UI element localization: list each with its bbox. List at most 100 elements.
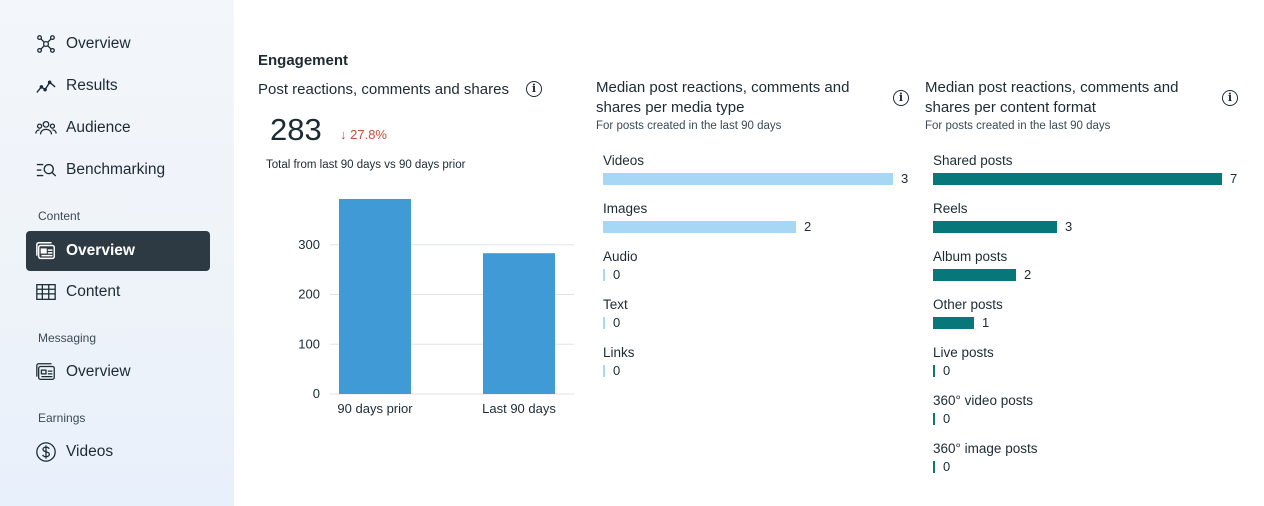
list-item-value: 0 — [943, 411, 951, 426]
list-item: 360° image posts 0 — [925, 441, 1245, 489]
list-item: Images 2 — [595, 201, 915, 249]
list-item-label: Text — [603, 297, 628, 312]
table-icon — [34, 280, 58, 304]
section-heading-earnings: Earnings — [38, 411, 86, 425]
network-icon — [34, 32, 58, 56]
list-item: Reels 3 — [925, 201, 1245, 249]
list-item-value: 1 — [982, 315, 990, 330]
card-title-media-type-line1: Median post reactions, comments and — [596, 79, 850, 96]
list-item: Text 0 — [595, 297, 915, 345]
list-item: Audio 0 — [595, 249, 915, 297]
list-item-bar — [603, 173, 893, 185]
list-item-label: Audio — [603, 249, 638, 264]
list-item-bar — [933, 221, 1057, 233]
list-item-bar — [933, 173, 1222, 185]
sidebar-item-benchmarking[interactable]: Benchmarking — [26, 150, 210, 190]
dollar-icon — [34, 440, 58, 464]
comparison-note: Total from last 90 days vs 90 days prior — [266, 159, 466, 171]
sidebar-item-audience[interactable]: Audience — [26, 108, 210, 148]
list-item-value: 0 — [613, 363, 621, 378]
section-title: Engagement — [258, 52, 349, 69]
y-tick-label: 300 — [298, 237, 320, 252]
total-value: 283 — [270, 112, 322, 147]
arrow-down-icon: ↓ — [340, 127, 347, 142]
list-item-value: 0 — [613, 315, 621, 330]
x-tick-label: 90 days prior — [337, 401, 413, 416]
sidebar: Overview Results Audience Benchmarking C… — [0, 0, 234, 506]
info-icon[interactable]: i — [1222, 90, 1238, 106]
info-icon[interactable]: i — [893, 90, 909, 106]
sidebar-item-content-overview[interactable]: Overview — [26, 231, 210, 271]
benchmark-search-icon — [34, 158, 58, 182]
card-subtitle: For posts created in the last 90 days — [596, 120, 782, 132]
list-item: Live posts 0 — [925, 345, 1245, 393]
sidebar-item-label: Content — [66, 283, 121, 300]
list-item-value: 3 — [1065, 219, 1073, 234]
list-item-label: Images — [603, 201, 648, 216]
list-item-bar — [933, 413, 935, 425]
list-item-label: Shared posts — [933, 153, 1013, 168]
chart-bar[interactable] — [339, 198, 411, 394]
list-item: Links 0 — [595, 345, 915, 393]
card-title-reactions: Post reactions, comments and shares — [258, 81, 509, 98]
section-heading-messaging: Messaging — [38, 331, 97, 345]
list-item-label: Reels — [933, 201, 968, 216]
list-item-value: 7 — [1230, 171, 1238, 186]
list-item-label: Links — [603, 345, 635, 360]
info-icon[interactable]: i — [526, 81, 542, 97]
media-type-list: Videos 3 Images 2 Audio 0 Text 0 Links 0 — [595, 153, 915, 393]
list-item-bar — [933, 365, 935, 377]
sidebar-item-label: Overview — [66, 242, 135, 259]
sidebar-item-label: Results — [66, 77, 118, 94]
audience-icon — [34, 116, 58, 140]
list-item: Shared posts 7 — [925, 153, 1245, 201]
list-item-label: 360° image posts — [933, 441, 1038, 456]
list-item-value: 3 — [901, 171, 909, 186]
list-item-bar — [603, 269, 605, 281]
list-item-bar — [933, 461, 935, 473]
list-item-label: Other posts — [933, 297, 1003, 312]
sidebar-item-videos[interactable]: Videos — [26, 432, 210, 472]
main-content: Engagement Post reactions, comments and … — [234, 0, 1264, 506]
list-item-bar — [933, 317, 974, 329]
list-item-label: Live posts — [933, 345, 994, 360]
sidebar-item-overview[interactable]: Overview — [26, 24, 210, 64]
list-item-bar — [603, 221, 796, 233]
sidebar-item-label: Videos — [66, 443, 114, 460]
y-tick-label: 200 — [298, 287, 320, 302]
x-tick-label: Last 90 days — [482, 401, 556, 416]
sidebar-item-label: Benchmarking — [66, 161, 166, 178]
y-tick-label: 0 — [313, 386, 320, 401]
delta-value: 27.8% — [350, 127, 387, 142]
y-tick-label: 100 — [298, 336, 320, 351]
list-item-value: 0 — [613, 267, 621, 282]
list-item-value: 2 — [1024, 267, 1032, 282]
card-title-content-format-line1: Median post reactions, comments and — [925, 79, 1179, 96]
sidebar-item-label: Audience — [66, 119, 131, 136]
list-item: Other posts 1 — [925, 297, 1245, 345]
delta-badge: ↓ 27.8% — [340, 127, 387, 142]
list-item: Album posts 2 — [925, 249, 1245, 297]
content-format-list: Shared posts 7 Reels 3 Album posts 2 Other pos… — [925, 153, 1245, 493]
content-overview-icon — [34, 239, 58, 263]
card-subtitle: For posts created in the last 90 days — [925, 120, 1111, 132]
sidebar-item-label: Overview — [66, 35, 131, 52]
list-item-label: 360° video posts — [933, 393, 1033, 408]
section-heading-content: Content — [38, 209, 81, 223]
card-title-content-format-line2: shares per content format — [925, 99, 1096, 116]
chart-bar[interactable] — [483, 253, 555, 394]
list-item-value: 2 — [804, 219, 812, 234]
list-item-label: Album posts — [933, 249, 1008, 264]
sidebar-item-label: Overview — [66, 363, 131, 380]
list-item: 360° video posts 0 — [925, 393, 1245, 441]
sidebar-item-content[interactable]: Content — [26, 272, 210, 312]
card-title-media-type-line2: shares per media type — [596, 99, 745, 116]
trend-icon — [34, 74, 58, 98]
messaging-overview-icon — [34, 360, 58, 384]
list-item: Videos 3 — [595, 153, 915, 201]
list-item-value: 0 — [943, 459, 951, 474]
reactions-bar-chart: 0 100 200 300 90 days prior Last 90 days — [298, 198, 574, 416]
sidebar-item-messaging-overview[interactable]: Overview — [26, 352, 210, 392]
sidebar-item-results[interactable]: Results — [26, 66, 210, 106]
list-item-bar — [933, 269, 1016, 281]
